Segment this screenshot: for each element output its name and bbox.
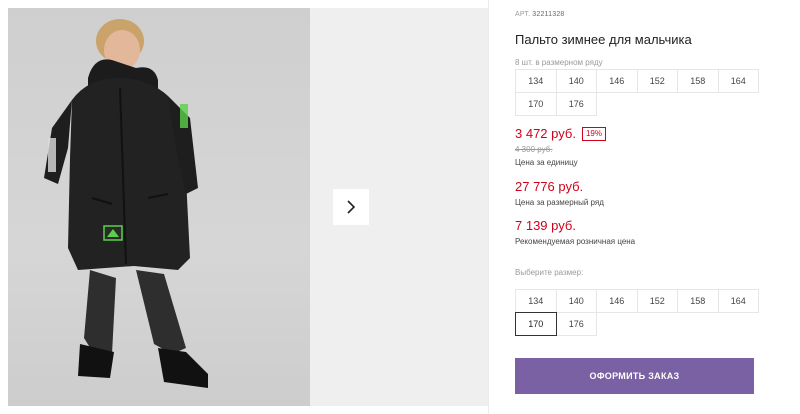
size-option-selected[interactable]: 170 (515, 312, 557, 336)
size-range-cell: 158 (677, 69, 719, 93)
size-option[interactable]: 176 (555, 312, 597, 336)
range-info: 8 шт. в размерном ряду (515, 58, 603, 67)
size-option[interactable]: 152 (636, 289, 678, 313)
place-order-button[interactable]: ОФОРМИТЬ ЗАКАЗ (515, 358, 754, 394)
product-gallery (0, 0, 488, 414)
size-range-cell: 140 (555, 69, 597, 93)
size-selector: 134 140 146 152 158 164 170 176 (515, 289, 759, 336)
divider (488, 0, 489, 414)
sku: АРТ. 32211328 (515, 11, 565, 18)
sku-value: 32211328 (532, 11, 565, 18)
size-range-cell: 134 (515, 69, 557, 93)
size-option[interactable]: 134 (515, 289, 557, 313)
size-option[interactable]: 164 (717, 289, 759, 313)
chevron-right-icon[interactable] (333, 189, 369, 225)
size-range-cell: 170 (515, 92, 557, 116)
retail-price-caption: Рекомендуемая розничная цена (515, 237, 636, 246)
unit-price-row: 3 472 руб. 19% (515, 126, 606, 141)
size-range-grid: 134 140 146 152 158 164 170 176 (515, 69, 759, 116)
size-option[interactable]: 158 (677, 289, 719, 313)
size-option[interactable]: 146 (596, 289, 638, 313)
size-range-cell: 176 (555, 92, 597, 116)
size-range-cell: 152 (636, 69, 678, 93)
boy-in-winter-coat-image (44, 19, 208, 388)
unit-price-caption: Цена за единицу (515, 158, 578, 167)
size-select-label: Выберите размер: (515, 268, 584, 277)
size-option[interactable]: 140 (555, 289, 597, 313)
sku-label: АРТ. (515, 11, 531, 18)
product-photo[interactable] (8, 8, 310, 406)
size-range-cell: 146 (596, 69, 638, 93)
size-range-cell: 164 (717, 69, 759, 93)
range-price: 27 776 руб. (515, 179, 584, 194)
range-price-caption: Цена за размерный ряд (515, 198, 604, 207)
discount-badge: 19% (581, 126, 606, 141)
retail-price: 7 139 руб. (515, 218, 576, 233)
old-price: 4 300 руб. (515, 145, 553, 154)
product-title: Пальто зимнее для мальчика (515, 32, 692, 47)
unit-price: 3 472 руб. (515, 126, 576, 141)
